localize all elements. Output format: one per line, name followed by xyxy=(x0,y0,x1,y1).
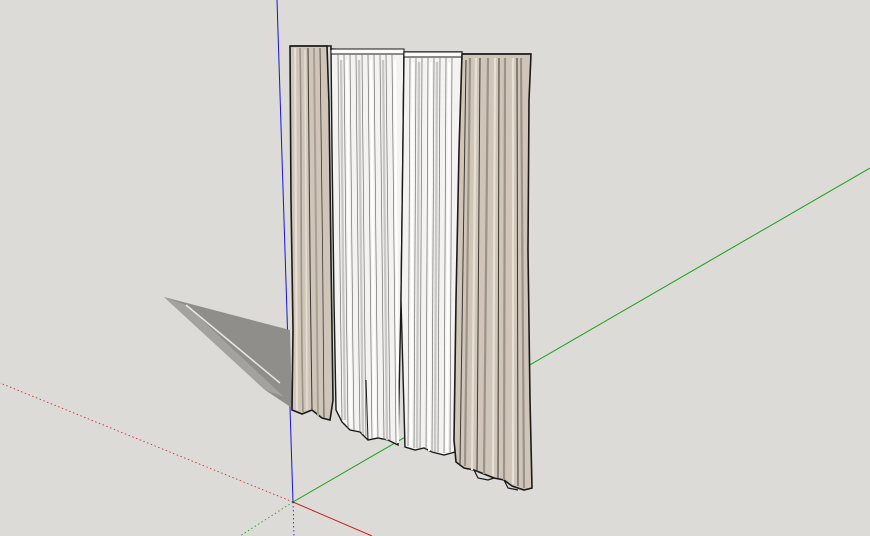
left-sheer[interactable] xyxy=(330,48,405,447)
right-sheer[interactable] xyxy=(400,51,463,456)
3d-viewport[interactable] xyxy=(0,0,870,536)
scene-canvas[interactable] xyxy=(0,0,870,536)
left-outer-drape[interactable] xyxy=(289,45,334,421)
right-outer-drape[interactable] xyxy=(453,53,533,491)
